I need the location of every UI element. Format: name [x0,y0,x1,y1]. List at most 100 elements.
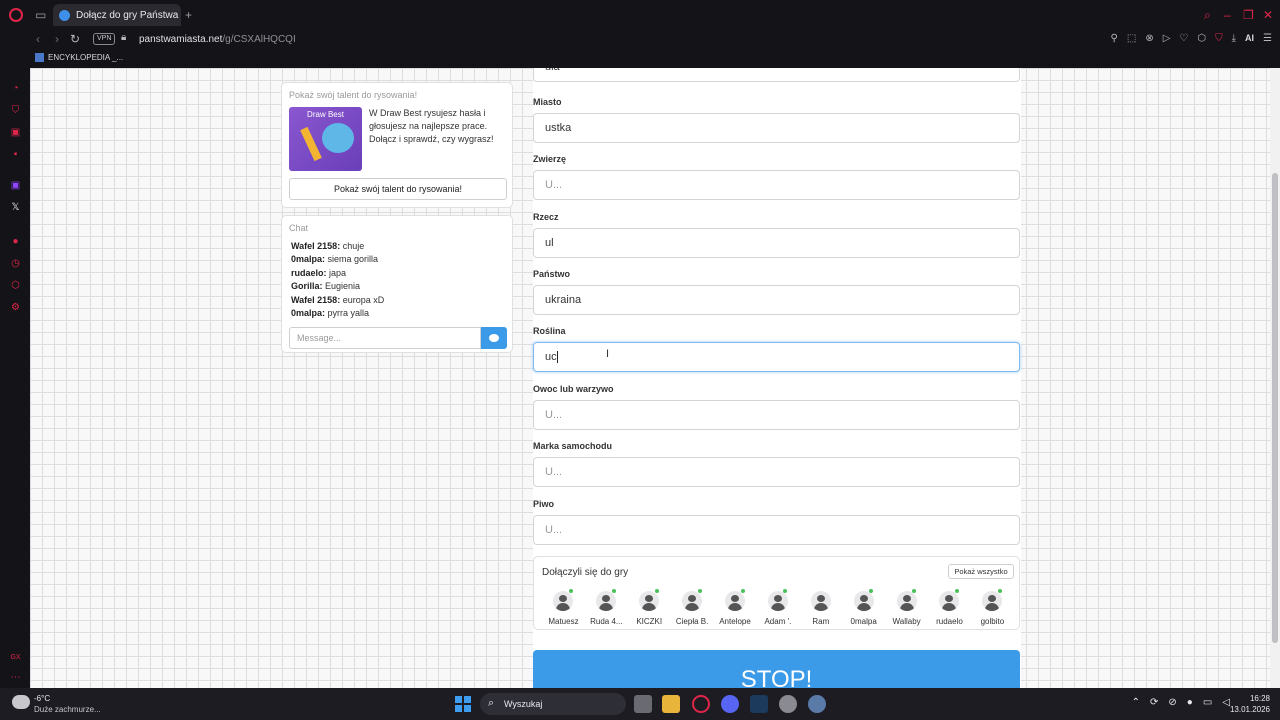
adblock-icon[interactable]: ⊗ [1145,33,1153,44]
music-icon[interactable]: ● [10,236,21,247]
owoc-input[interactable] [533,400,1020,430]
reload-icon[interactable]: ↻ [70,32,80,46]
piwo-input[interactable] [533,515,1020,545]
heart-icon[interactable]: ♡ [1179,33,1188,44]
settings-icon[interactable]: ⚙ [10,302,21,313]
close-icon[interactable]: ✕ [1263,8,1273,22]
opera-gx-taskbar-icon[interactable] [692,695,710,713]
chat-user: Wafel 2158: [291,241,341,251]
player-item[interactable]: Matuesz [542,589,585,626]
extensions-sidebar-icon[interactable]: ⬡ [10,280,21,291]
microphone-icon[interactable]: ● [1187,697,1193,708]
history-icon[interactable]: ◷ [10,258,21,269]
lock-icon[interactable]: 🔒︎ [121,32,126,43]
player-item[interactable]: Adam '. [756,589,799,626]
previous-field-input[interactable] [533,68,1020,82]
player-item[interactable]: golbito [971,589,1014,626]
task-view-icon[interactable] [634,695,652,713]
user-icon [982,591,1003,611]
messenger-icon[interactable]: ▣ [10,127,21,138]
download-icon[interactable]: ⤓ [1232,33,1236,44]
chat-user: rudaelo: [291,267,327,278]
player-name: golbito [980,617,1005,626]
gx-icon[interactable]: GX [10,652,21,663]
chat-user: Gorilla: [291,281,323,292]
search-tabs-icon[interactable]: ⌕ [1204,8,1211,22]
user-icon [939,591,960,611]
shopping-icon[interactable]: ⛉ [10,105,21,116]
browser-sidebar: ◔ ⛉ ▣ ▪ ▣ 𝕏 ● ◷ ⬡ ⚙ GX ⋯ [0,68,30,688]
user-icon [810,591,831,611]
snapshot-icon[interactable]: ⬚ [1127,33,1136,44]
weather-cloud-icon[interactable] [12,695,30,709]
player-item[interactable]: KICZKI [628,589,671,626]
chat-message: 0malpa: siema gorilla [291,253,507,266]
panstwo-input[interactable] [533,285,1020,315]
bookmark-item[interactable]: ENCYKLOPEDIA _... [35,53,123,62]
tray-chevron-icon[interactable]: ⌃ [1132,697,1140,708]
mail-icon[interactable]: ▪ [10,149,21,160]
rzecz-input[interactable] [533,228,1020,258]
play-icon[interactable]: ▷ [1163,33,1171,44]
page-scrollbar[interactable] [1270,68,1280,688]
draw-best-button[interactable]: Pokaż swój talent do rysowania! [289,178,507,200]
chat-send-button[interactable] [481,327,507,349]
player-item[interactable]: Antelope [714,589,757,626]
taskbar-clock[interactable]: 16:28 13.01.2026 [1224,693,1270,715]
zwierze-input[interactable] [533,170,1020,200]
tray-sync-icon[interactable]: ⟳ [1150,697,1158,708]
player-item[interactable]: rudaelo [928,589,971,626]
player-item[interactable]: Ruda 4... [585,589,628,626]
tray-network-off-icon[interactable]: ⊘ [1168,697,1176,708]
pin-icon[interactable]: ⚲ [1111,33,1118,44]
weather-temperature[interactable]: -6°C [34,694,50,703]
discord-icon[interactable] [721,695,739,713]
taskbar-search[interactable]: ⌕ Wyszukaj [480,693,626,715]
chat-text: siema gorilla [325,254,379,265]
more-icon[interactable]: ⋯ [10,672,21,683]
player-item[interactable]: Wallaby [885,589,928,626]
opera-logo-icon[interactable] [9,8,23,22]
settings-app-icon[interactable] [808,695,826,713]
display-icon[interactable]: ▭ [1203,697,1212,708]
show-all-button[interactable]: Pokaż wszystko [948,564,1014,579]
forward-icon[interactable]: › [55,32,59,46]
steam-icon[interactable] [750,695,768,713]
vpn-badge[interactable]: VPN [93,33,116,45]
back-icon[interactable]: ‹ [36,32,40,46]
miasto-input[interactable] [533,113,1020,143]
field-label-piwo: Piwo [533,499,555,509]
marka-input[interactable] [533,457,1020,487]
extensions-icon[interactable]: ⬡ [1197,33,1206,44]
windows-start-icon[interactable] [455,696,471,712]
scrollbar-thumb[interactable] [1272,173,1278,643]
weather-description[interactable]: Duże zachmurze... [34,705,101,714]
new-tab-button[interactable]: + [185,8,192,22]
players-card: Dołączyli się do gry Pokaż wszystko Matu… [533,556,1020,630]
x-icon[interactable]: 𝕏 [10,202,21,213]
stop-button[interactable]: STOP! [533,650,1020,688]
wallet-icon[interactable]: ⛉ [1215,33,1223,44]
player-item[interactable]: 0malpa [842,589,885,626]
tab-favicon-icon [59,9,70,21]
draw-best-thumbnail[interactable]: Draw Best [289,107,362,171]
aria-icon[interactable]: ◔ [10,83,21,94]
tab-overview-icon[interactable]: ▭ [35,8,46,22]
obs-icon[interactable] [779,695,797,713]
url-host: panstwamiasta.net [139,34,223,45]
minimize-icon[interactable]: – [1224,8,1231,22]
online-status-icon [740,589,745,593]
chat-message-input[interactable] [289,327,481,349]
player-item[interactable]: Ram [799,591,842,626]
file-explorer-icon[interactable] [662,695,680,713]
maximize-icon[interactable]: ❐ [1243,8,1254,22]
draw-best-card: Pokaż swój talent do rysowania! Draw Bes… [281,82,513,208]
ai-button[interactable]: AI [1245,33,1254,44]
browser-tab[interactable]: Dołącz do gry Państwa Mi... [53,4,181,26]
bookmarks-bar: ENCYKLOPEDIA _... [0,50,1280,68]
player-item[interactable]: Ciepła B. [671,589,714,626]
player-name: Ciepła B. [675,617,709,626]
url-field[interactable]: panstwamiasta.net/g/CSXAlHQCQI [139,34,296,45]
menu-icon[interactable]: ☰ [1263,33,1272,44]
twitch-icon[interactable]: ▣ [10,180,21,191]
